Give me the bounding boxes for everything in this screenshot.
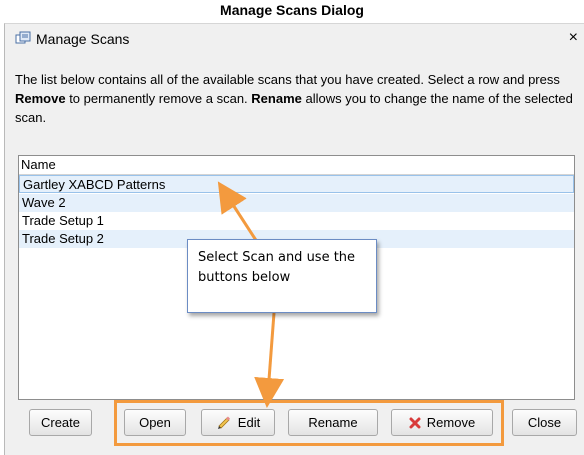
list-row[interactable]: Wave 2 [19, 194, 574, 212]
create-button[interactable]: Create [29, 409, 92, 436]
close-icon[interactable]: × [569, 29, 578, 47]
annotation-callout: Select Scan and use the buttons below [187, 239, 377, 313]
title-bar: Manage Scans × [5, 24, 584, 54]
window-title: Manage Scans [36, 31, 130, 47]
scans-window-icon [15, 31, 31, 47]
column-header-name[interactable]: Name [19, 156, 574, 175]
dialog-description: The list below contains all of the avail… [15, 70, 575, 127]
list-row[interactable]: Trade Setup 1 [19, 212, 574, 230]
figure-caption: Manage Scans Dialog [220, 2, 364, 18]
close-button[interactable]: Close [512, 409, 577, 436]
list-row[interactable]: Gartley XABCD Patterns [19, 175, 574, 193]
rename-keyword: Rename [251, 91, 302, 106]
remove-keyword: Remove [15, 91, 66, 106]
close-label: Close [527, 415, 562, 430]
description-text: The list below contains all of the avail… [15, 72, 560, 87]
buttons-highlight-box [114, 400, 504, 446]
description-text: to permanently remove a scan. [65, 91, 252, 106]
create-label: Create [40, 415, 81, 430]
